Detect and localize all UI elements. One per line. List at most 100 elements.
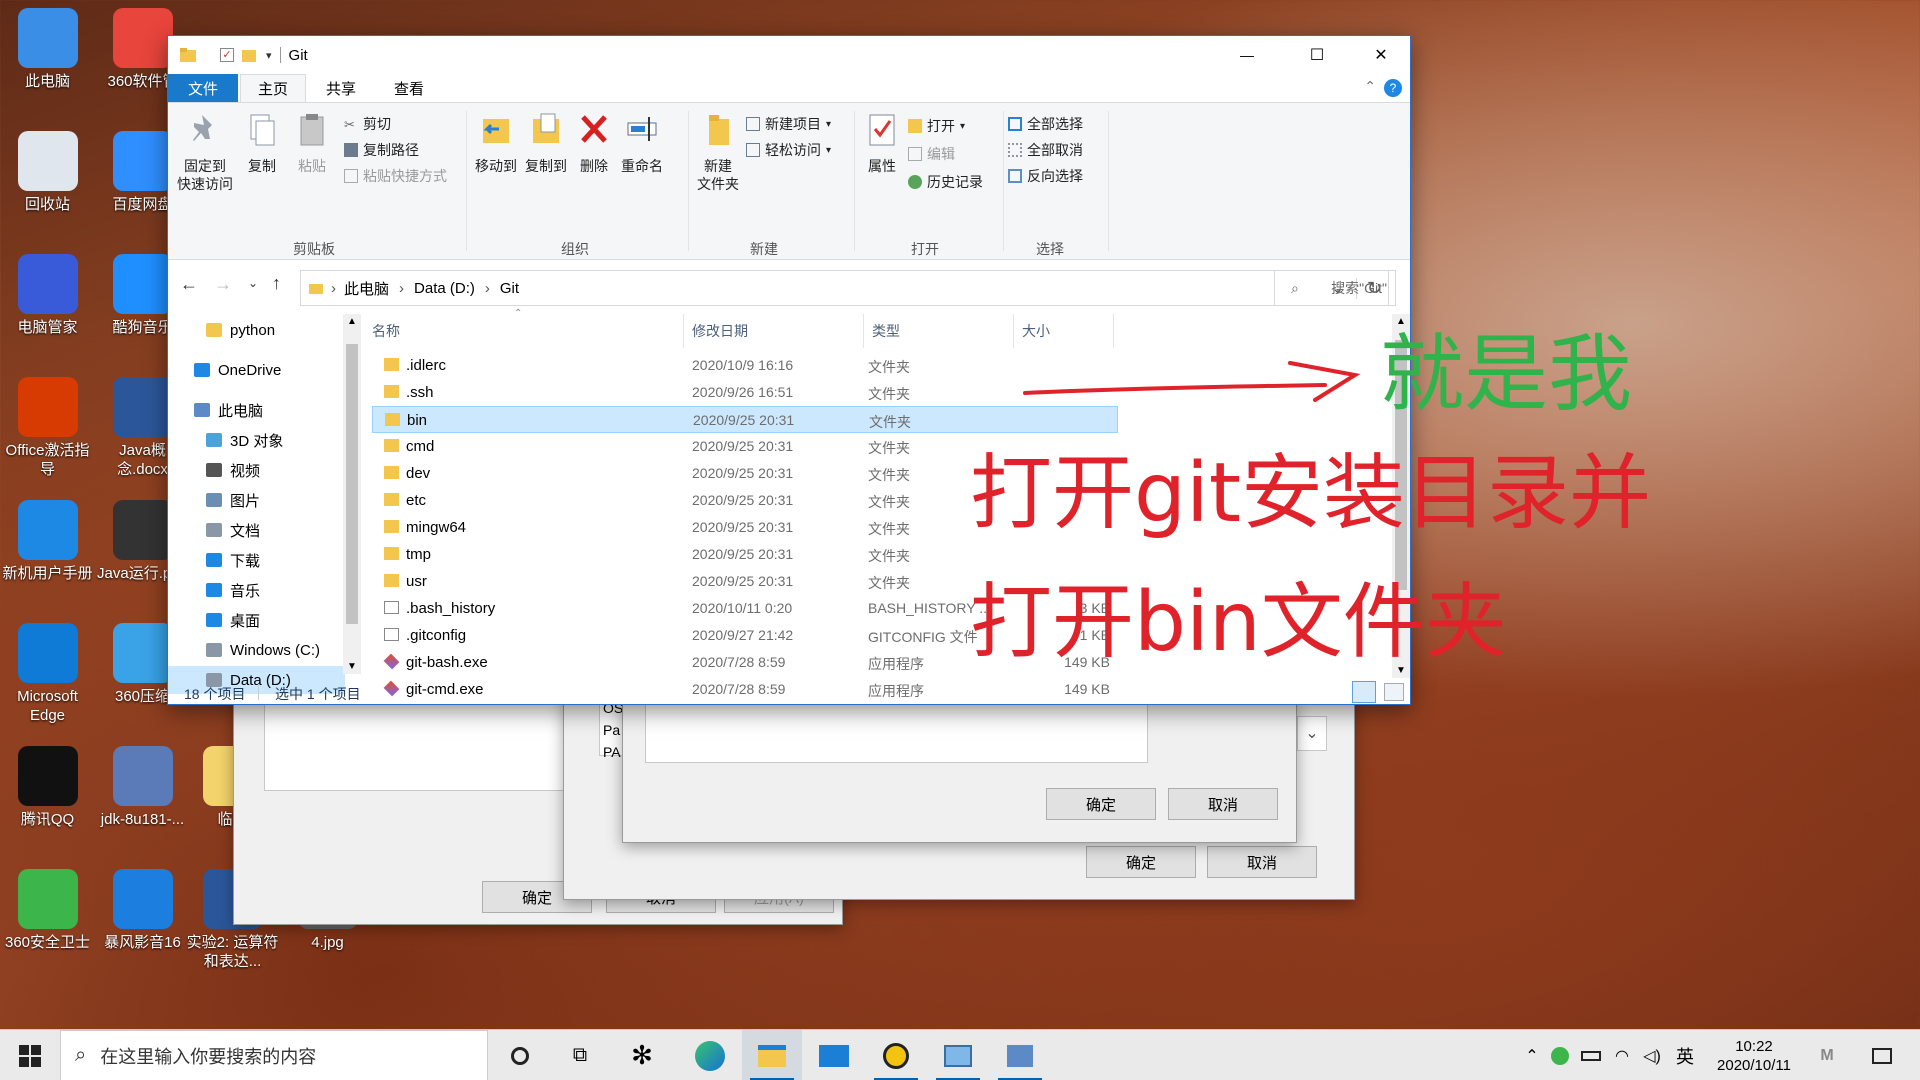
show-hidden-icons[interactable]: ⌃	[1520, 1030, 1544, 1080]
maximize-button[interactable]: ☐	[1294, 45, 1340, 65]
nav-item[interactable]: OneDrive	[168, 356, 345, 384]
forward-arrow-icon[interactable]: →	[214, 274, 232, 295]
edit-button[interactable]: 编辑	[908, 143, 955, 165]
tab-share[interactable]: 共享	[308, 74, 374, 102]
file-row[interactable]: .idlerc 2020/10/9 16:16 文件夹	[372, 352, 1118, 379]
new-folder-button[interactable]: 新建 文件夹	[692, 111, 744, 193]
paste-shortcut-button[interactable]: 粘贴快捷方式	[344, 165, 447, 187]
tab-view[interactable]: 查看	[376, 74, 442, 102]
taskbar-edge[interactable]	[680, 1030, 740, 1080]
desktop-icon-item[interactable]: 腾讯QQ	[0, 740, 95, 855]
taskbar-pinwheel-app[interactable]: ✻	[612, 1030, 672, 1080]
tab-home[interactable]: 主页	[240, 74, 306, 102]
breadcrumb-git[interactable]: Git	[500, 280, 519, 297]
column-header-date[interactable]: 修改日期	[684, 314, 864, 348]
recent-locations-icon[interactable]: ⌄	[248, 276, 258, 290]
nav-item[interactable]: 此电脑	[168, 396, 345, 424]
select-none-button[interactable]: 全部取消	[1008, 139, 1083, 161]
desktop-icon-item[interactable]: 电脑管家	[0, 248, 95, 363]
dropdown-box[interactable]: ⌄	[1297, 716, 1327, 751]
open-button[interactable]: 打开 ▾	[908, 115, 965, 137]
tray-volume[interactable]: ◁)	[1640, 1030, 1664, 1080]
middle-cancel-button[interactable]: 取消	[1207, 846, 1317, 878]
scrollbar-thumb[interactable]	[346, 344, 358, 624]
taskbar-mail[interactable]	[804, 1030, 864, 1080]
properties-check-icon[interactable]: ✓	[220, 48, 234, 62]
copy-to-button[interactable]: 复制到	[522, 111, 570, 175]
copy-path-button[interactable]: 复制路径	[344, 139, 419, 161]
clock[interactable]: 10:22 2020/10/11	[1700, 1030, 1808, 1080]
select-all-button[interactable]: 全部选择	[1008, 113, 1083, 135]
desktop-icon-item[interactable]: Microsoft Edge	[0, 617, 95, 732]
taskbar-search-box[interactable]: ⌕ 在这里输入你要搜索的内容	[60, 1030, 488, 1080]
back-arrow-icon[interactable]: ←	[180, 274, 198, 295]
column-header-name[interactable]: 名称 ⌃	[364, 308, 684, 348]
pin-quick-access-button[interactable]: 固定到 快速访问	[174, 111, 236, 193]
rename-button[interactable]: 重命名	[618, 111, 666, 175]
taskbar-file-explorer[interactable]	[742, 1030, 802, 1080]
help-icon[interactable]: ?	[1384, 79, 1402, 97]
close-button[interactable]: ✕	[1358, 45, 1404, 65]
delete-button[interactable]: 删除	[574, 111, 614, 175]
middle-ok-button[interactable]: 确定	[1086, 846, 1196, 878]
large-icons-view-icon[interactable]	[1384, 683, 1404, 701]
nav-item[interactable]: 音乐	[168, 576, 345, 604]
cortana-button[interactable]	[490, 1030, 550, 1080]
up-arrow-icon[interactable]: ↑	[272, 273, 281, 294]
front-cancel-button[interactable]: 取消	[1168, 788, 1278, 820]
desktop-icon-item[interactable]: 此电脑	[0, 2, 95, 117]
scroll-up-icon[interactable]: ▲	[347, 316, 357, 327]
cut-button[interactable]: ✂ 剪切	[344, 113, 391, 135]
taskbar-settings-app[interactable]	[990, 1030, 1050, 1080]
history-button[interactable]: 历史记录	[908, 171, 983, 193]
collapse-ribbon-icon[interactable]: ⌃	[1364, 78, 1376, 95]
taskbar-app-yellow[interactable]	[866, 1030, 926, 1080]
desktop-icon-item[interactable]: 回收站	[0, 125, 95, 240]
nav-scrollbar[interactable]: ▲ ▼	[343, 314, 361, 674]
tray-360-icon[interactable]	[1548, 1030, 1572, 1080]
desktop-icon-item[interactable]: 暴风影音16	[95, 863, 190, 978]
column-header-type[interactable]: 类型	[864, 314, 1014, 348]
file-row[interactable]: .ssh 2020/9/26 16:51 文件夹	[372, 379, 1118, 406]
desktop-icon-item[interactable]: 新机用户手册	[0, 494, 95, 609]
start-button[interactable]	[0, 1030, 60, 1080]
variable-value-box[interactable]	[645, 701, 1148, 763]
nav-item[interactable]: 3D 对象	[168, 426, 345, 454]
tray-pc-manager[interactable]: M	[1812, 1030, 1842, 1080]
copy-button[interactable]: 复制	[240, 111, 284, 175]
file-row[interactable]: bin 2020/9/25 20:31 文件夹	[372, 406, 1118, 433]
desktop-icon-item[interactable]: 360安全卫士	[0, 863, 95, 978]
breadcrumb-data-drive[interactable]: Data (D:)	[414, 280, 475, 297]
nav-item[interactable]: 文档	[168, 516, 345, 544]
easy-access-button[interactable]: 轻松访问 ▾	[746, 139, 831, 161]
search-input[interactable]: ⌕ 搜索"Git"	[1274, 270, 1396, 306]
tab-file[interactable]: 文件	[168, 74, 238, 102]
file-row[interactable]: tmp 2020/9/25 20:31 文件夹	[372, 541, 1118, 568]
nav-item[interactable]: python	[168, 316, 345, 344]
address-field[interactable]: › 此电脑 › Data (D:) › Git ⌄ ↻	[300, 270, 1389, 306]
new-folder-quick-icon[interactable]	[242, 48, 256, 62]
paste-button[interactable]: 粘贴	[290, 111, 334, 175]
tray-battery[interactable]	[1578, 1030, 1604, 1080]
desktop-icon-item[interactable]: jdk-8u181-...	[95, 740, 190, 855]
task-view-button[interactable]: ⧉	[550, 1030, 610, 1080]
front-ok-button[interactable]: 确定	[1046, 788, 1156, 820]
nav-item[interactable]: 下载	[168, 546, 345, 574]
nav-item[interactable]: Windows (C:)	[168, 636, 345, 664]
action-center-button[interactable]	[1862, 1030, 1902, 1080]
move-to-button[interactable]: 移动到	[472, 111, 520, 175]
details-view-icon[interactable]	[1352, 681, 1376, 703]
desktop-icon-item[interactable]: Office激活指导	[0, 371, 95, 486]
nav-item[interactable]: 桌面	[168, 606, 345, 634]
nav-item[interactable]: 图片	[168, 486, 345, 514]
input-method-indicator[interactable]: 英	[1670, 1030, 1700, 1080]
scroll-down-icon[interactable]: ▼	[347, 661, 357, 672]
taskbar-control-panel[interactable]	[928, 1030, 988, 1080]
column-header-size[interactable]: 大小	[1014, 314, 1114, 348]
breadcrumb-this-pc[interactable]: 此电脑	[344, 278, 389, 299]
nav-item[interactable]: 视频	[168, 456, 345, 484]
minimize-button[interactable]: —	[1224, 47, 1270, 63]
new-item-button[interactable]: 新建项目 ▾	[746, 113, 831, 135]
invert-selection-button[interactable]: 反向选择	[1008, 165, 1083, 187]
properties-button[interactable]: 属性	[860, 111, 904, 175]
